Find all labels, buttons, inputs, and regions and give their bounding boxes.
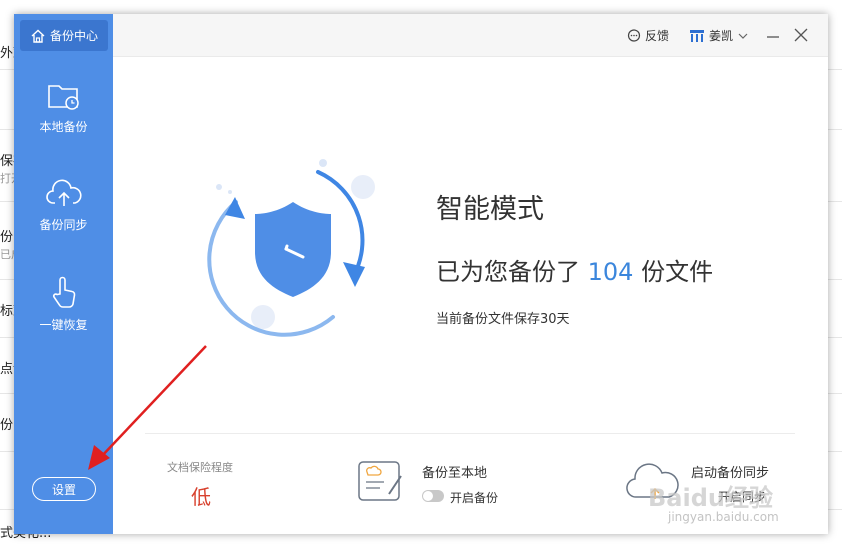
user-logo-icon [690, 29, 704, 42]
local-backup-title: 备份至本地 [422, 466, 488, 481]
shield-sync-illustration [207, 159, 375, 337]
watermark-logo: Baidu经验 [648, 484, 773, 512]
user-menu[interactable]: 姜凯 [689, 27, 753, 44]
watermark-url: jingyan.baidu.com [668, 510, 779, 524]
backup-count: 104 [587, 258, 634, 286]
local-backup-toggle[interactable] [422, 490, 444, 502]
feedback-label: 反馈 [645, 29, 670, 43]
hand-tap-icon [52, 276, 75, 308]
main-content: 智能模式 已为您备份了 104 份文件 当前备份文件保存30天 文档保险程度 低… [113, 57, 828, 534]
status-suffix: 份文件 [641, 258, 714, 286]
chevron-down-icon [738, 33, 748, 39]
sidebar-item-restore[interactable]: 一键恢复 [14, 274, 113, 333]
annotation-arrow [88, 345, 207, 470]
brand-tab[interactable]: 备份中心 [20, 20, 108, 51]
sidebar-item-label: 一键恢复 [39, 318, 88, 332]
toggle-knob [423, 491, 433, 501]
chat-bubble-icon [627, 28, 641, 42]
sidebar-item-backup-sync[interactable]: 备份同步 [14, 178, 113, 233]
home-icon [31, 29, 45, 43]
backup-status: 已为您备份了 104 份文件 [436, 252, 713, 287]
mode-title: 智能模式 [436, 194, 544, 225]
status-prefix: 已为您备份了 [436, 258, 580, 286]
retention-note: 当前备份文件保存30天 [436, 312, 570, 327]
sidebar-item-label: 备份同步 [39, 218, 88, 232]
sidebar-item-label: 本地备份 [39, 120, 88, 134]
settings-button[interactable]: 设置 [32, 477, 96, 501]
local-backup-toggle-label: 开启备份 [450, 491, 499, 505]
username: 姜凯 [709, 29, 734, 43]
document-note-icon [358, 461, 402, 501]
brand-label: 备份中心 [49, 29, 98, 43]
minimize-icon[interactable] [764, 26, 782, 44]
divider [145, 433, 795, 434]
protection-level-value: 低 [191, 485, 211, 509]
close-icon[interactable] [792, 26, 810, 44]
cloud-upload-icon [45, 179, 82, 206]
local-backup-folder-icon [47, 85, 79, 110]
sidebar-item-local-backup[interactable]: 本地备份 [14, 80, 113, 135]
titlebar: 反馈 姜凯 [113, 14, 828, 57]
feedback-button[interactable]: 反馈 [627, 27, 669, 44]
